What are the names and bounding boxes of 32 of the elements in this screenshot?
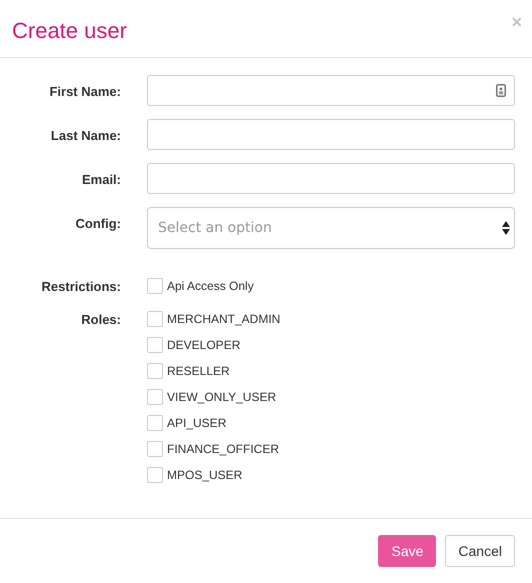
- field-label: Email:: [80, 171, 121, 189]
- cancel-button[interactable]: Cancel: [445, 535, 515, 567]
- field-label: Roles:: [80, 310, 121, 328]
- checkbox[interactable]: [147, 310, 163, 326]
- sort-arrows-icon: [502, 221, 510, 235]
- contact-card-icon: [496, 84, 506, 97]
- field-label: Config:: [74, 215, 121, 233]
- checkbox[interactable]: [147, 414, 163, 430]
- select-field[interactable]: Select an option: [147, 207, 515, 249]
- save-button[interactable]: Save: [378, 535, 436, 567]
- dialog-title: Create user: [12, 17, 127, 45]
- checkbox-label: FINANCE_OFFICER: [167, 440, 280, 458]
- text-field[interactable]: [147, 119, 515, 150]
- checkbox-label: API_USER: [167, 414, 226, 432]
- text-field[interactable]: [147, 163, 515, 194]
- checkbox[interactable]: [147, 466, 163, 482]
- checkbox-label: RESELLER: [167, 362, 230, 380]
- checkbox-label: MERCHANT_ADMIN: [167, 310, 280, 328]
- field-label: Restrictions:: [40, 278, 121, 296]
- checkbox-label: Api Access Only: [167, 278, 254, 295]
- checkbox-label: VIEW_ONLY_USER: [167, 388, 276, 406]
- checkbox[interactable]: [147, 440, 163, 456]
- checkbox[interactable]: [147, 336, 163, 352]
- checkbox[interactable]: [147, 278, 163, 294]
- close-button[interactable]: ×: [511, 13, 522, 31]
- checkbox[interactable]: [147, 362, 163, 378]
- field-label: Last Name:: [50, 127, 121, 145]
- checkbox[interactable]: [147, 388, 163, 404]
- field-label: First Name:: [48, 83, 121, 101]
- text-field[interactable]: [147, 75, 515, 106]
- checkbox-label: DEVELOPER: [167, 336, 240, 354]
- checkbox-label: MPOS_USER: [167, 466, 242, 484]
